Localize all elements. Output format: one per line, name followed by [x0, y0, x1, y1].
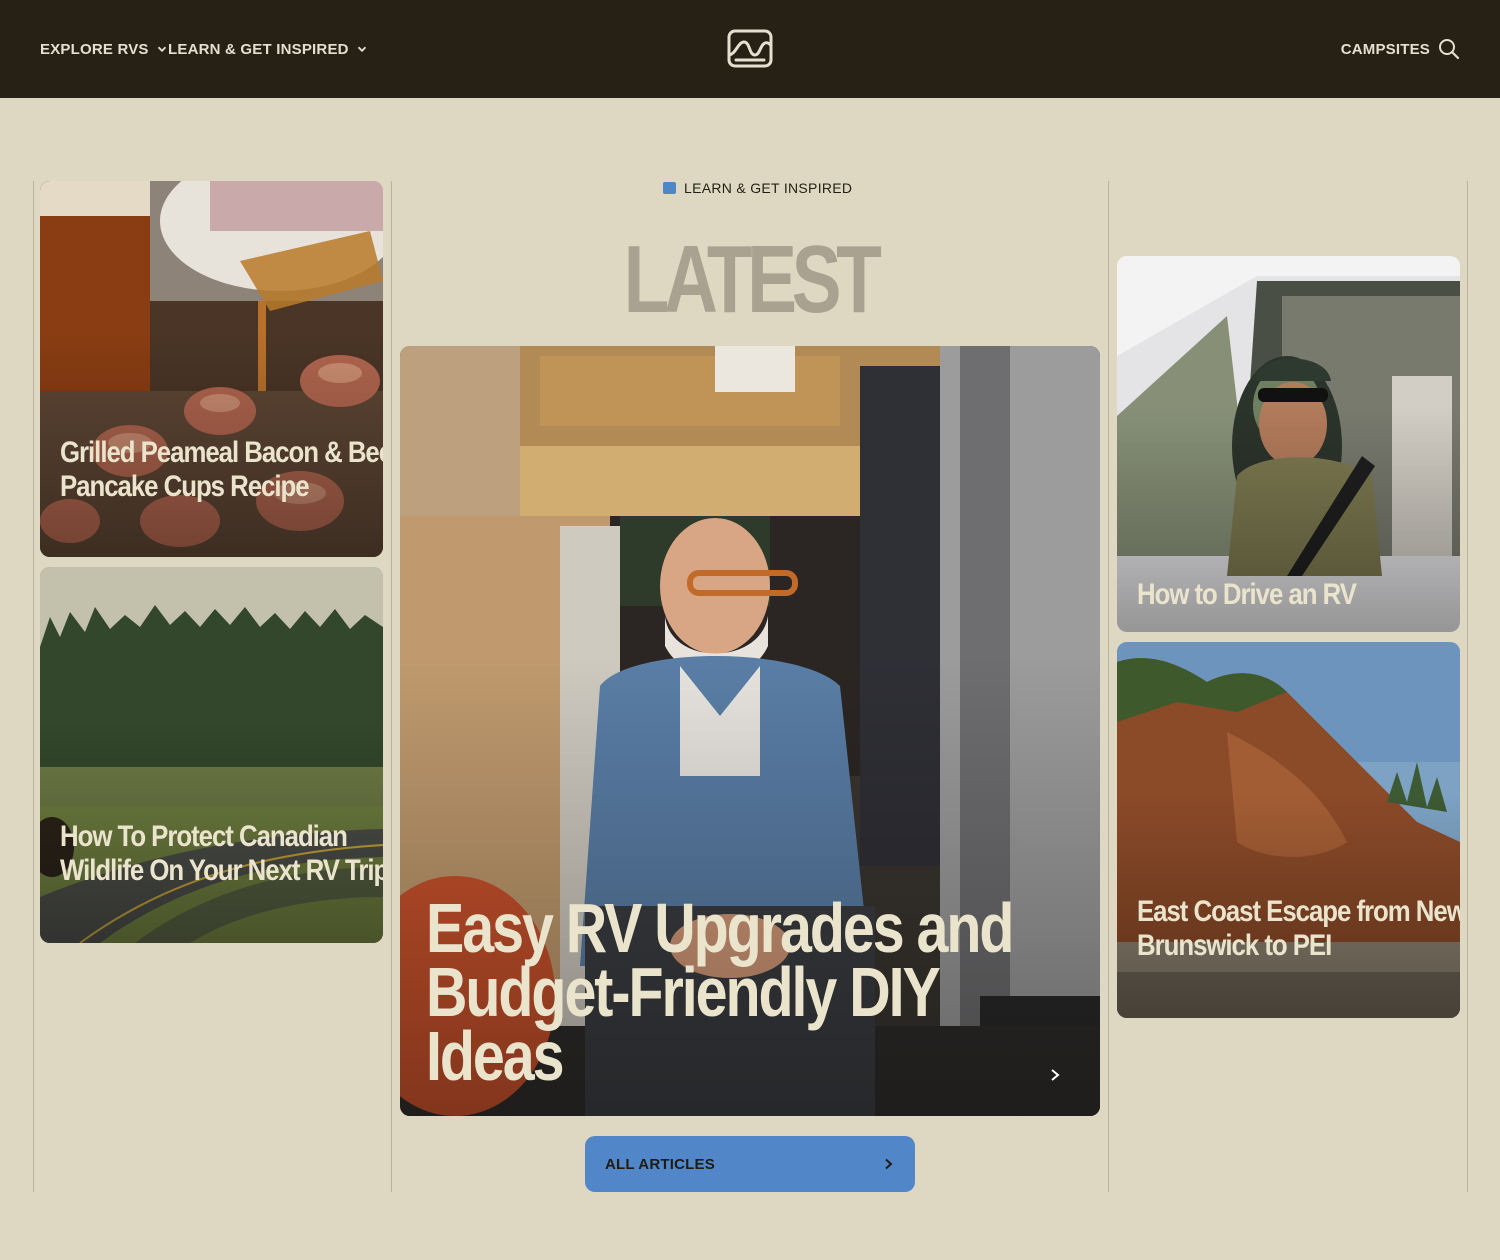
section-eyebrow: LEARN & GET INSPIRED: [663, 180, 852, 196]
article-card[interactable]: How To Protect Canadian Wildlife On Your…: [40, 567, 383, 943]
article-card[interactable]: How to Drive an RV: [1117, 256, 1460, 632]
column-divider: [391, 181, 392, 1192]
nav-campsites-label: CAMPSITES: [1340, 40, 1430, 58]
article-title: Grilled Peameal Bacon & Beer Pancake Cup…: [60, 436, 383, 503]
column-divider: [1467, 181, 1468, 1192]
nav-explore-rvs[interactable]: EXPLORE RVS: [40, 38, 167, 60]
article-title: East Coast Escape from New Brunswick to …: [1137, 895, 1460, 962]
article-card[interactable]: Grilled Peameal Bacon & Beer Pancake Cup…: [40, 181, 383, 557]
chevron-right-icon: [885, 1158, 893, 1170]
search-icon[interactable]: [1438, 38, 1460, 60]
nav-explore-label: EXPLORE RVS: [40, 40, 149, 58]
top-navigation: EXPLORE RVS LEARN & GET INSPIRED CAMPSIT…: [0, 0, 1500, 98]
category-dot-icon: [663, 182, 676, 194]
article-title: How to Drive an RV: [1137, 578, 1357, 611]
logo-icon[interactable]: [726, 27, 774, 70]
featured-article-card[interactable]: Easy RV Upgrades and Budget-Friendly DIY…: [400, 346, 1100, 1116]
nav-learn-get-inspired[interactable]: LEARN & GET INSPIRED: [168, 38, 367, 60]
featured-article-title: Easy RV Upgrades and Budget-Friendly DIY…: [426, 889, 1014, 1095]
section-eyebrow-label: LEARN & GET INSPIRED: [684, 180, 853, 196]
chevron-down-icon: [357, 46, 366, 53]
all-articles-button[interactable]: ALL ARTICLES: [585, 1136, 915, 1192]
all-articles-label: ALL ARTICLES: [605, 1155, 715, 1173]
column-divider: [33, 181, 34, 1192]
column-divider: [1108, 181, 1109, 1192]
nav-campsites[interactable]: CAMPSITES: [1341, 38, 1430, 60]
article-card[interactable]: East Coast Escape from New Brunswick to …: [1117, 642, 1460, 1018]
chevron-down-icon: [157, 46, 166, 53]
article-title: How To Protect Canadian Wildlife On Your…: [60, 820, 383, 887]
nav-learn-label: LEARN & GET INSPIRED: [168, 40, 349, 58]
chevron-right-icon[interactable]: [1048, 1068, 1062, 1082]
page-title: LATEST: [623, 226, 882, 333]
